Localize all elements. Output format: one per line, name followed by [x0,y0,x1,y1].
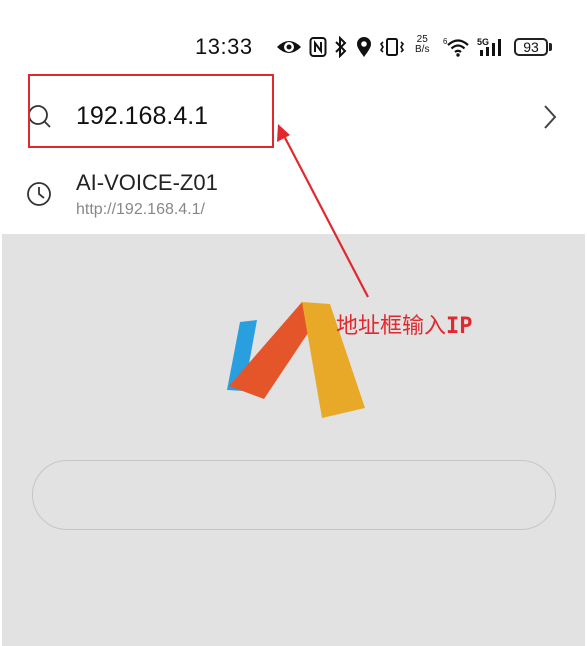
annotation-label-ip: IP [446,314,473,339]
svg-text:5G: 5G [477,37,489,47]
network-speed: 25 B/s [415,35,429,55]
location-icon [357,37,371,57]
eye-icon [277,41,301,53]
status-bar: 13:33 25 B/s 6 5G 93 [0,0,587,80]
annotation-label-text: 地址框输入 [336,314,447,339]
chevron-right-icon[interactable] [540,103,560,131]
svg-text:6: 6 [443,37,448,46]
suggestion-title: AI-VOICE-Z01 [76,170,218,195]
network-speed-unit: B/s [415,44,430,55]
wifi-6-icon: 6 [443,37,469,57]
nfc-icon [309,37,327,57]
suggestion-url: http://192.168.4.1/ [76,201,205,218]
5g-signal-icon: 5G [477,37,501,56]
battery-tip [549,43,552,51]
bluetooth-icon [335,36,347,58]
vibrate-icon [379,38,405,56]
annotation-arrow [277,124,369,298]
annotation-highlight-box [28,74,274,148]
annotation-label: 地址框输入IP [336,308,473,340]
page-search-box[interactable] [32,460,556,530]
battery-icon: 93 [514,38,548,56]
history-clock-icon [27,182,51,206]
status-time: 13:33 [195,34,253,59]
